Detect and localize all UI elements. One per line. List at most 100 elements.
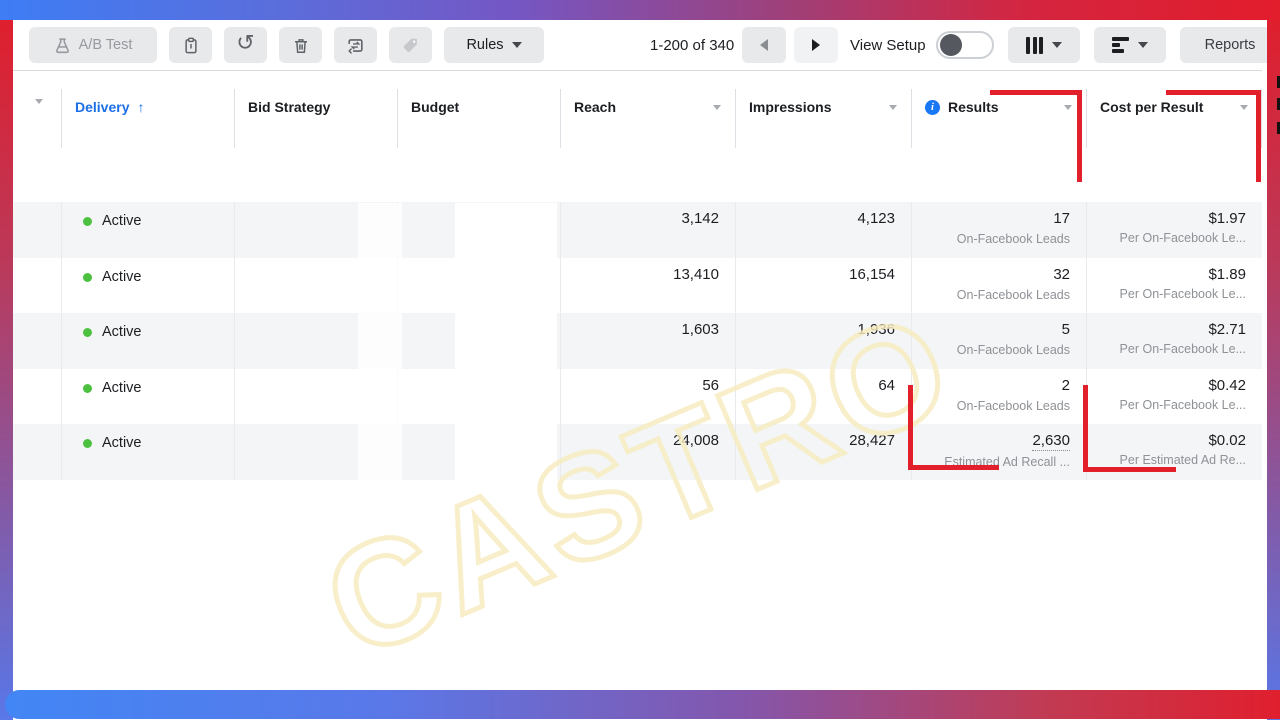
table-row[interactable]: Active56642On-Facebook Leads$0.42Per On-…	[13, 369, 1262, 425]
undo-button[interactable]: ↺	[224, 27, 267, 63]
impressions-cell: 4,123	[735, 202, 911, 258]
column-header-delivery[interactable]: Delivery ↑	[61, 71, 234, 148]
delivery-cell: Active	[61, 369, 234, 425]
reach-header-label: Reach	[574, 99, 616, 115]
clipboard-icon	[182, 36, 200, 55]
chevron-down-icon	[35, 99, 43, 104]
column-header-bid-strategy[interactable]: Bid Strategy	[234, 71, 397, 148]
row-checkbox-cell[interactable]	[13, 369, 61, 425]
chevron-down-icon	[512, 42, 522, 48]
tag-icon	[401, 36, 420, 55]
results-cell: 2,630Estimated Ad Recall ...	[911, 424, 1086, 480]
impressions-cell: 1,936	[735, 313, 911, 369]
cost-per-result-header-label: Cost per Result	[1100, 99, 1203, 115]
reports-label: Reports	[1205, 37, 1256, 53]
chevron-down-icon[interactable]	[1240, 105, 1248, 110]
delivery-cell: Active	[61, 313, 234, 369]
view-setup-label: View Setup	[850, 37, 928, 54]
active-status-dot-icon	[83, 328, 92, 337]
ads-manager-window: A/B Test ↺	[0, 0, 1280, 720]
results-cell: 5On-Facebook Leads	[911, 313, 1086, 369]
table-row[interactable]: Active1,6031,9365On-Facebook Leads$2.71P…	[13, 313, 1262, 369]
reports-button[interactable]: Reports	[1180, 27, 1280, 63]
row-checkbox-cell[interactable]	[13, 202, 61, 258]
column-header-impressions[interactable]: Impressions	[735, 71, 911, 148]
row-checkbox-cell[interactable]	[13, 424, 61, 480]
chevron-down-icon[interactable]	[889, 105, 897, 110]
next-page-button[interactable]	[794, 27, 838, 63]
cost-cell: $0.42Per On-Facebook Le...	[1086, 369, 1262, 425]
swap-ad-button[interactable]	[334, 27, 377, 63]
frame-bottom-gradient-bar	[5, 690, 1280, 719]
rules-label: Rules	[466, 37, 503, 53]
row-checkbox-cell[interactable]	[13, 258, 61, 314]
impressions-cell: 64	[735, 369, 911, 425]
impressions-header-label: Impressions	[749, 99, 831, 115]
results-bottom-bracket-left	[908, 385, 913, 470]
table-body: Active 3,1424,12317On-Facebook Leads$1.97…	[13, 202, 1262, 480]
chevron-left-icon	[760, 39, 768, 51]
results-header-bracket-right	[1077, 90, 1082, 182]
active-status-dot-icon	[83, 217, 92, 226]
undo-icon: ↺	[236, 32, 254, 54]
flask-icon	[54, 37, 71, 54]
budget-header-label: Budget	[411, 99, 459, 115]
delivery-status: Active	[102, 269, 142, 285]
select-all-header[interactable]	[13, 71, 61, 148]
duplicate-button[interactable]	[169, 27, 212, 63]
reach-cell: 1,603	[560, 313, 735, 369]
chevron-down-icon[interactable]	[713, 105, 721, 110]
chevron-down-icon[interactable]	[1064, 105, 1072, 110]
column-header-results[interactable]: i Results	[911, 71, 1086, 148]
column-header-cost-per-result[interactable]: Cost per Result	[1086, 71, 1262, 148]
results-header-label: Results	[948, 99, 999, 115]
trash-icon	[292, 36, 310, 55]
previous-page-button[interactable]	[742, 27, 786, 63]
view-setup-toggle[interactable]	[936, 31, 994, 59]
bid-strategy-header-label: Bid Strategy	[248, 99, 330, 115]
cost-header-bracket-top	[1166, 90, 1261, 95]
active-status-dot-icon	[83, 384, 92, 393]
results-cell: 2On-Facebook Leads	[911, 369, 1086, 425]
reach-cell: 24,008	[560, 424, 735, 480]
toggle-knob	[940, 34, 962, 56]
chevron-down-icon	[1138, 42, 1148, 48]
delivery-status: Active	[102, 213, 142, 229]
table-row[interactable]: Active 13,41016,15432On-Facebook Leads$1.…	[13, 258, 1262, 314]
columns-button[interactable]	[1008, 27, 1080, 63]
delivery-cell: Active	[61, 424, 234, 480]
pagination-range: 1-200 of 340	[650, 37, 742, 54]
toolbar: A/B Test ↺	[13, 20, 1280, 70]
tag-button[interactable]	[389, 27, 432, 63]
breakdown-button[interactable]	[1094, 27, 1166, 63]
cost-bottom-bracket-left	[1083, 385, 1088, 472]
table-row[interactable]: Active24,00828,4272,630Estimated Ad Reca…	[13, 424, 1262, 480]
info-icon[interactable]: i	[925, 100, 940, 115]
ab-test-button[interactable]: A/B Test	[29, 27, 157, 63]
delivery-cell: Active	[61, 258, 234, 314]
reach-cell: 3,142	[560, 202, 735, 258]
table-header: Delivery ↑ Bid Strategy Budget Reach Imp…	[13, 70, 1262, 148]
active-status-dot-icon	[83, 273, 92, 282]
row-checkbox-cell[interactable]	[13, 313, 61, 369]
impressions-cell: 16,154	[735, 258, 911, 314]
reach-cell: 13,410	[560, 258, 735, 314]
table-row[interactable]: Active 3,1424,12317On-Facebook Leads$1.97…	[13, 202, 1262, 258]
delete-button[interactable]	[279, 27, 322, 63]
column-header-budget[interactable]: Budget	[397, 71, 560, 148]
results-header-bracket-top	[990, 90, 1082, 95]
results-cell: 32On-Facebook Leads	[911, 258, 1086, 314]
cost-cell: $1.89Per On-Facebook Le...	[1086, 258, 1262, 314]
sort-ascending-icon: ↑	[137, 99, 144, 115]
delivery-status: Active	[102, 435, 142, 451]
rules-button[interactable]: Rules	[444, 27, 544, 63]
budget-blur-overlay	[455, 203, 557, 480]
bid-strategy-blur-overlay	[358, 203, 402, 480]
delivery-status: Active	[102, 380, 142, 396]
ab-test-label: A/B Test	[79, 37, 133, 53]
cost-cell: $1.97Per On-Facebook Le...	[1086, 202, 1262, 258]
results-cell: 17On-Facebook Leads	[911, 202, 1086, 258]
column-header-reach[interactable]: Reach	[560, 71, 735, 148]
frame-left-gradient	[0, 18, 13, 720]
active-status-dot-icon	[83, 439, 92, 448]
